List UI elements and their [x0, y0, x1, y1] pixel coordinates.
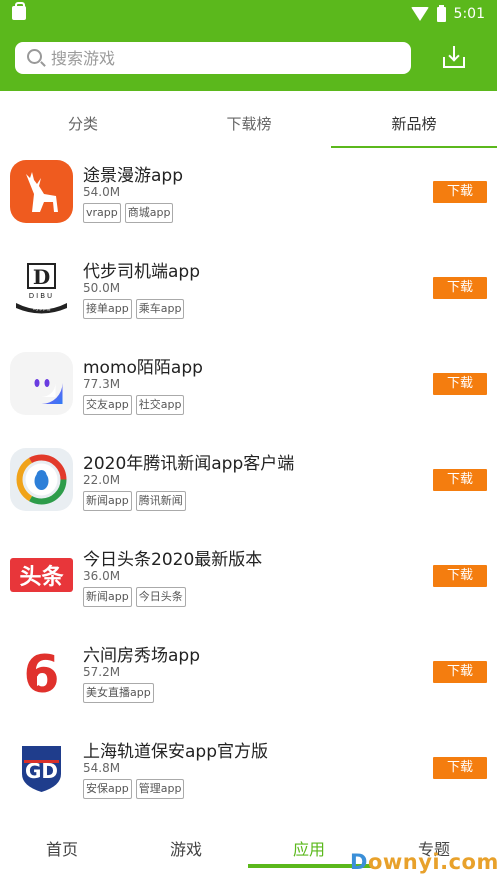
app-tag[interactable]: 新闻app: [83, 491, 132, 511]
app-name: 代步司机端app: [83, 262, 200, 282]
app-size: 57.2M: [83, 665, 121, 679]
header: [0, 28, 497, 91]
app-tag[interactable]: 管理app: [135, 779, 185, 799]
deer-icon[interactable]: [10, 160, 73, 223]
list-item[interactable]: 2020年腾讯新闻app客户端 22.0M 新闻app 腾讯新闻 下载: [0, 438, 497, 534]
app-tag[interactable]: 美女直播app: [83, 683, 154, 703]
app-tag[interactable]: 商城app: [124, 203, 174, 223]
search-input[interactable]: [51, 46, 391, 70]
app-name: 上海轨道保安app官方版: [83, 742, 268, 762]
tab-indicator: [331, 146, 497, 148]
app-name: 途景漫游app: [83, 166, 183, 186]
dibu-logo-icon[interactable]: D DIBU 司机端: [10, 256, 73, 319]
tab-category[interactable]: 分类: [0, 91, 166, 149]
wifi-icon: [410, 7, 429, 21]
six-rooms-icon[interactable]: 6: [10, 640, 73, 703]
clock: 5:01: [453, 6, 485, 22]
status-bar: 5:01: [0, 0, 497, 28]
list-item[interactable]: 6 六间房秀场app 57.2M 美女直播app 下载: [0, 630, 497, 726]
app-tag[interactable]: vrapp: [83, 203, 121, 223]
app-size: 22.0M: [83, 473, 121, 487]
app-tag[interactable]: 社交app: [135, 395, 185, 415]
app-size: 54.8M: [83, 761, 121, 775]
download-manager-button[interactable]: [438, 42, 470, 74]
download-button[interactable]: 下载: [433, 373, 487, 395]
app-tag[interactable]: 新闻app: [83, 587, 132, 607]
download-button[interactable]: 下载: [433, 277, 487, 299]
svg-text:D: D: [33, 265, 50, 289]
app-tag[interactable]: 安保app: [83, 779, 132, 799]
download-button[interactable]: 下载: [433, 181, 487, 203]
download-button[interactable]: 下载: [433, 661, 487, 683]
search-box[interactable]: [15, 42, 411, 74]
battery-icon: [436, 4, 446, 22]
app-tag[interactable]: 今日头条: [135, 587, 186, 607]
svg-text:6: 6: [23, 645, 59, 703]
download-button[interactable]: 下载: [433, 757, 487, 779]
momo-icon[interactable]: [10, 352, 73, 415]
list-item[interactable]: 头条 今日头条2020最新版本 36.0M 新闻app 今日头条 下载: [0, 534, 497, 630]
app-size: 77.3M: [83, 377, 121, 391]
app-name: momo陌陌app: [83, 358, 203, 378]
watermark: Downyi.com: [350, 850, 497, 874]
list-item[interactable]: D DIBU 司机端 代步司机端app 50.0M 接单app 乘车app 下载: [0, 246, 497, 342]
tab-bar: 分类 下载榜 新品榜: [0, 91, 497, 149]
nav-apps[interactable]: 应用: [293, 836, 325, 860]
svg-text:司机端: 司机端: [32, 304, 50, 312]
list-item[interactable]: 途景漫游app 54.0M vrapp 商城app 下载: [0, 150, 497, 246]
svg-text:DIBU: DIBU: [29, 292, 54, 300]
list-item[interactable]: momo陌陌app 77.3M 交友app 社交app 下载: [0, 342, 497, 438]
shopping-bag-icon: [12, 2, 26, 20]
app-tag[interactable]: 乘车app: [135, 299, 185, 319]
download-button[interactable]: 下载: [433, 469, 487, 491]
list-item[interactable]: GD 上海轨道保安app官方版 54.8M 安保app 管理app 下载: [0, 726, 497, 822]
nav-home[interactable]: 首页: [46, 836, 78, 860]
app-name: 六间房秀场app: [83, 646, 200, 666]
bottom-nav: 首页 游戏 应用 专题 Downyi.com: [0, 822, 497, 884]
app-name: 今日头条2020最新版本: [83, 550, 263, 570]
download-button[interactable]: 下载: [433, 565, 487, 587]
app-size: 36.0M: [83, 569, 121, 583]
app-size: 54.0M: [83, 185, 121, 199]
toutiao-icon[interactable]: 头条: [10, 544, 73, 607]
tab-download-rank[interactable]: 下载榜: [166, 91, 332, 149]
gd-shield-icon[interactable]: GD: [10, 736, 73, 799]
app-tag[interactable]: 交友app: [83, 395, 132, 415]
app-name: 2020年腾讯新闻app客户端: [83, 454, 295, 474]
nav-games[interactable]: 游戏: [170, 836, 202, 860]
app-tag[interactable]: 腾讯新闻: [135, 491, 186, 511]
tencent-news-icon[interactable]: [10, 448, 73, 511]
app-size: 50.0M: [83, 281, 121, 295]
tab-new-rank[interactable]: 新品榜: [331, 91, 497, 149]
search-icon: [27, 49, 42, 64]
app-tag[interactable]: 接单app: [83, 299, 132, 319]
svg-text:头条: 头条: [19, 564, 64, 590]
